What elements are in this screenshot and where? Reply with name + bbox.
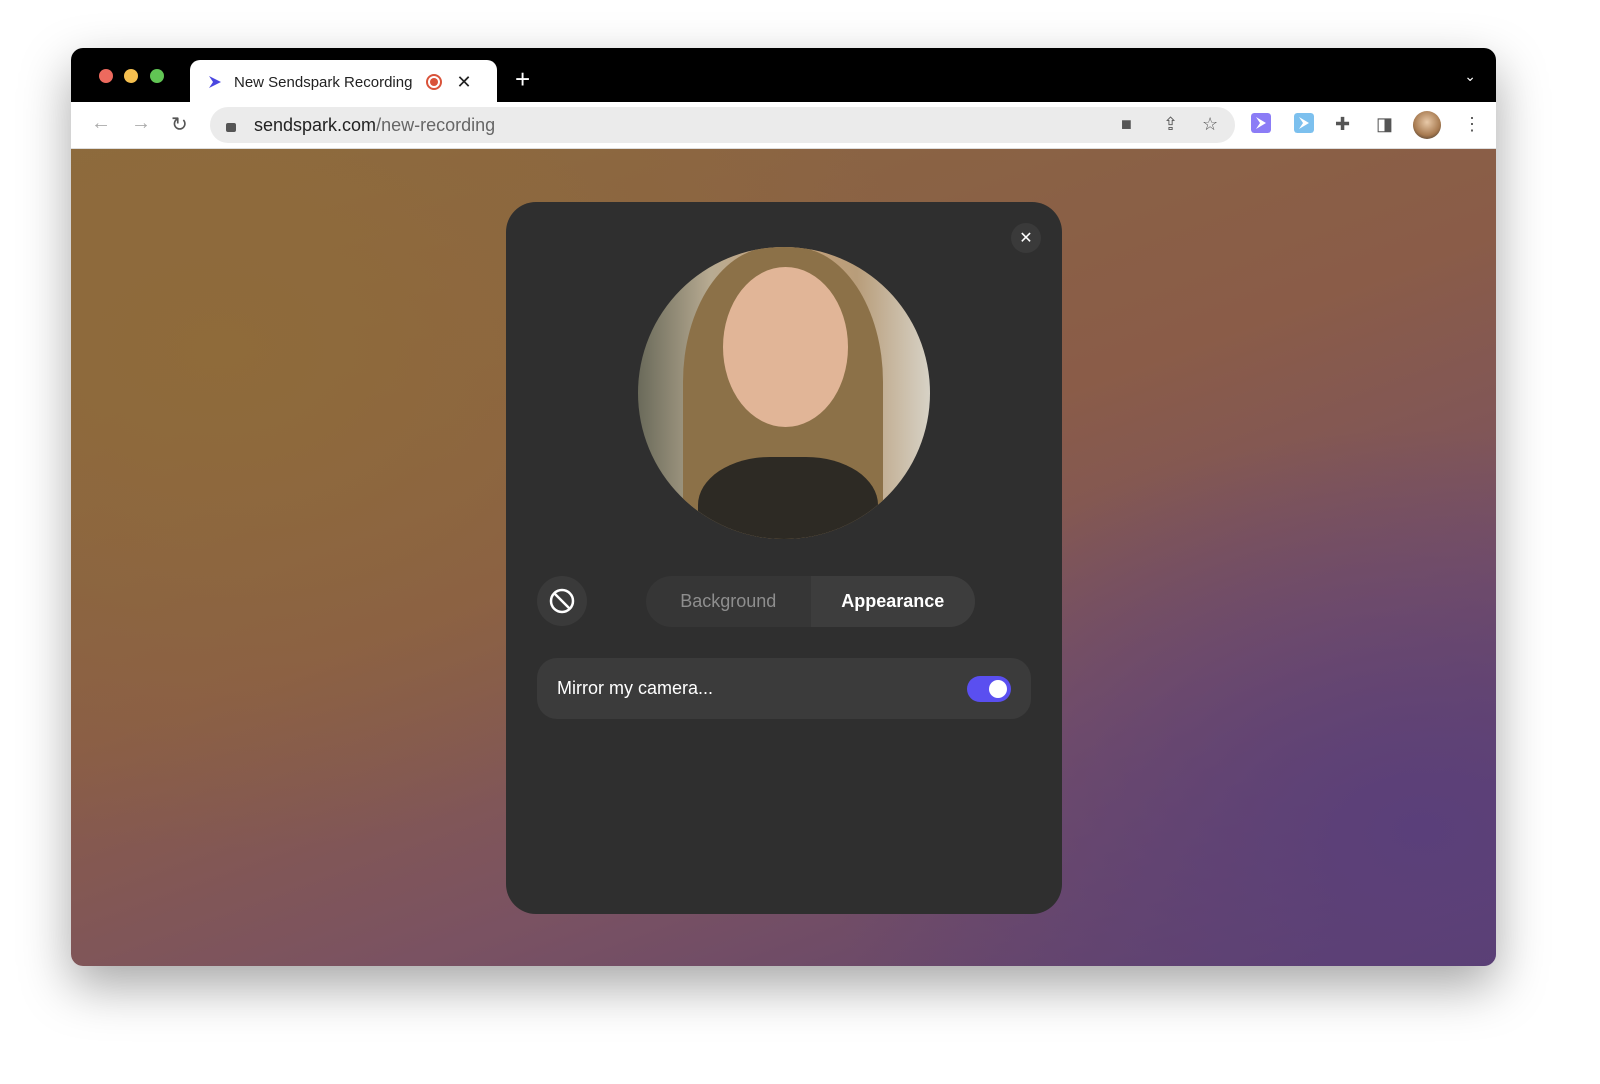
tab-sendspark[interactable]: New Sendspark Recording ✕ (190, 60, 497, 104)
close-icon: ✕ (1019, 230, 1033, 247)
close-tab-icon[interactable]: ✕ (456, 72, 471, 93)
more-menu-icon[interactable]: ⋮ (1463, 114, 1481, 135)
minimize-window-button[interactable] (124, 69, 138, 83)
mirror-camera-toggle[interactable] (967, 675, 1011, 702)
profile-avatar[interactable] (1413, 111, 1441, 139)
lock-icon (226, 122, 236, 132)
tab-bar: New Sendspark Recording ✕ + ⌄ (71, 48, 1496, 104)
browser-window: New Sendspark Recording ✕ + ⌄ ← → ↻ send… (71, 48, 1496, 966)
recording-icon (426, 74, 443, 90)
back-icon[interactable]: ← (91, 112, 111, 135)
tab-search-chevron-icon[interactable]: ⌄ (1464, 68, 1476, 85)
settings-tabs: Background Appearance (646, 576, 975, 627)
tab-background[interactable]: Background (646, 576, 811, 627)
prohibit-icon (549, 588, 575, 614)
url-path: /new-recording (376, 114, 496, 135)
page-content: ✕ Background Appearance Mirror my camera… (71, 149, 1496, 966)
sendspark-extension-alt-icon[interactable] (1294, 113, 1314, 133)
sendspark-extension-icon[interactable] (1251, 113, 1271, 133)
tab-title: New Sendspark Recording (234, 73, 413, 91)
side-panel-icon[interactable]: ◨ (1376, 114, 1393, 135)
mirror-camera-setting: Mirror my camera... (537, 658, 1031, 719)
recording-settings-modal: ✕ Background Appearance Mirror my camera… (506, 202, 1062, 914)
toolbar: ← → ↻ sendspark.com/new-recording ■ ⇪ ☆ … (71, 102, 1496, 149)
url-domain: sendspark.com (254, 114, 377, 135)
sendspark-favicon-icon (209, 76, 221, 88)
forward-icon[interactable]: → (131, 112, 151, 135)
camera-icon[interactable]: ■ (1121, 114, 1132, 135)
close-modal-button[interactable]: ✕ (1011, 223, 1041, 253)
share-icon[interactable]: ⇪ (1163, 114, 1178, 135)
close-window-button[interactable] (99, 69, 113, 83)
bookmark-star-icon[interactable]: ☆ (1202, 114, 1218, 135)
reload-icon[interactable]: ↻ (171, 112, 188, 137)
camera-preview (638, 247, 930, 539)
tab-appearance[interactable]: Appearance (810, 576, 975, 627)
new-tab-button[interactable]: + (515, 64, 530, 95)
address-bar[interactable]: sendspark.com/new-recording (210, 107, 1235, 143)
maximize-window-button[interactable] (150, 69, 164, 83)
extensions-puzzle-icon[interactable]: ✚ (1335, 114, 1350, 135)
no-effect-button[interactable] (537, 576, 587, 626)
mirror-camera-label: Mirror my camera... (557, 678, 714, 698)
